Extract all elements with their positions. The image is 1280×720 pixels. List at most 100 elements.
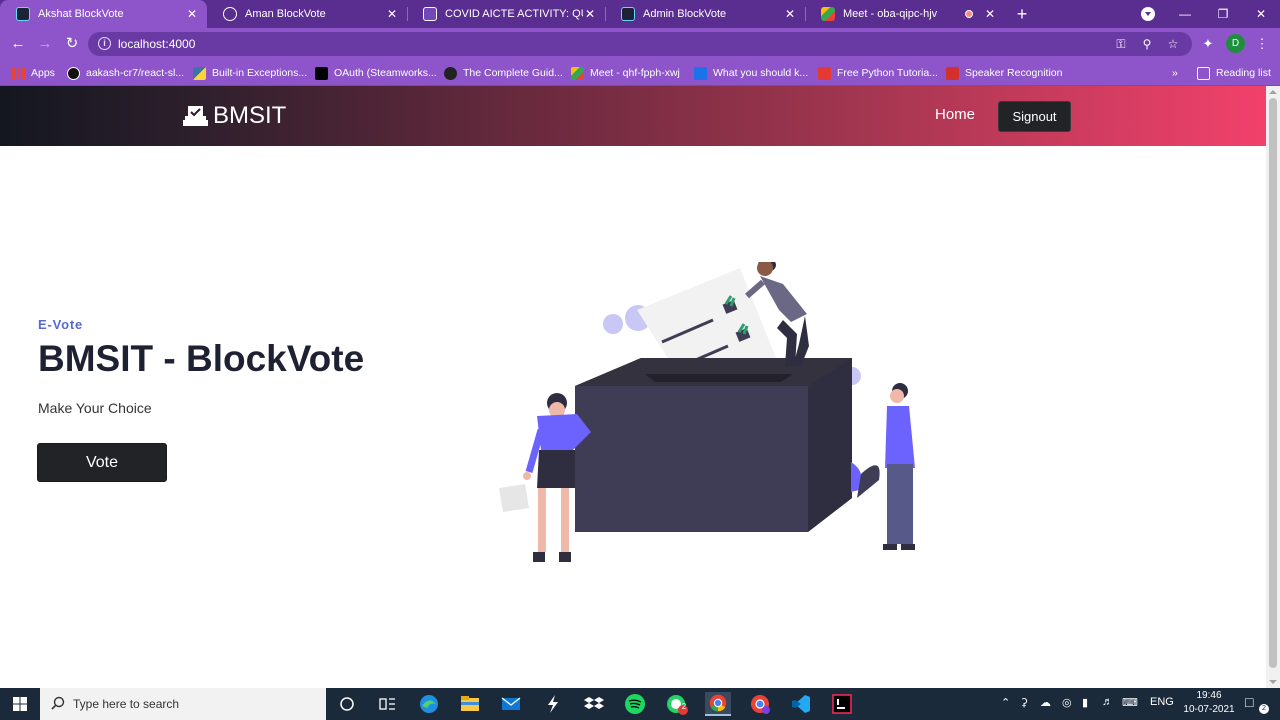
signout-button[interactable]: Signout [998,101,1071,132]
react-icon [621,7,635,21]
dropbox-icon[interactable] [581,692,607,716]
bookmark-meet[interactable]: Meet - qhf-fpph-xwj [571,64,680,82]
minimize-icon[interactable]: — [1166,0,1204,28]
reading-list-icon [1197,66,1210,80]
windows-start-icon[interactable] [0,688,40,720]
site-navbar: BMSIT Home Signout [0,86,1266,146]
intellij-icon[interactable] [829,692,855,716]
battery-icon[interactable]: ▮ [1082,696,1088,712]
scroll-up-icon[interactable] [1269,90,1277,94]
taskbar-search[interactable]: Type here to search [40,688,326,720]
bookmark-what-you-should-know[interactable]: What you should k... [694,64,808,82]
decor-circle [603,314,623,334]
lightning-app-icon[interactable] [540,692,566,716]
edge-icon[interactable] [416,692,442,716]
nav-home-link[interactable]: Home [935,106,975,123]
apps-grid-icon [12,66,25,80]
bookmark-label: Built-in Exceptions... [212,67,308,79]
clock-date: 10-07-2021 [1183,704,1235,715]
network-icon[interactable]: ⚳ [1020,696,1028,712]
key-icon[interactable]: ⚿ [1112,35,1130,53]
python-icon [193,66,206,80]
tab-label: Admin BlockVote [643,8,727,20]
tray-chevron-icon[interactable]: ⌃ [1001,696,1010,712]
scroll-thumb[interactable] [1269,98,1277,668]
bookmark-apps[interactable]: Apps [12,64,55,82]
menu-icon[interactable]: ⋮ [1252,34,1272,54]
mail-icon[interactable] [498,692,524,716]
new-tab-button[interactable]: + [1012,3,1032,25]
keyboard-icon[interactable]: ⌨ [1122,696,1138,712]
meet-icon [821,7,835,21]
reading-list[interactable]: Reading list [1197,64,1271,82]
language-indicator[interactable]: ENG [1150,696,1174,712]
bookmark-steamworks[interactable]: OAuth (Steamworks... [315,64,437,82]
reload-icon[interactable]: ↻ [62,34,82,54]
close-icon[interactable]: ✕ [983,7,997,21]
brand-name: BMSIT [213,102,287,129]
onedrive-icon[interactable]: ☁ [1040,696,1051,712]
steam-icon [315,66,328,80]
tab-label: Akshat BlockVote [38,8,124,20]
vote-button[interactable]: Vote [37,443,167,482]
chrome-icon[interactable] [705,692,731,716]
close-window-icon[interactable]: ✕ [1242,0,1280,28]
kaggle-icon [946,66,959,80]
restore-icon[interactable]: ❐ [1204,0,1242,28]
tab-aman-blockvote[interactable]: Aman BlockVote ✕ [207,0,407,28]
bookmarks-overflow[interactable]: » [1172,64,1178,82]
reading-list-label: Reading list [1216,67,1271,79]
volume-icon[interactable]: ♬ [1102,696,1113,712]
microphone-icon[interactable]: ◎ [1062,696,1072,712]
bookmark-python-exceptions[interactable]: Built-in Exceptions... [193,64,307,82]
url-text[interactable]: localhost:4000 [118,37,195,51]
close-icon[interactable]: ✕ [385,7,399,21]
tab-label: Meet - oba-qipc-hjv [843,8,938,20]
tab-admin-blockvote[interactable]: Admin BlockVote ✕ [605,0,805,28]
chrome-profile-icon[interactable] [747,692,773,716]
close-icon[interactable]: ✕ [583,7,597,21]
hero-subtitle: Make Your Choice [38,400,152,416]
bookmark-python-tutorial[interactable]: Free Python Tutoria... [818,64,938,82]
person-man [883,383,915,550]
tab-akshat-blockvote[interactable]: Akshat BlockVote ✕ [0,0,207,28]
clock-time: 19:46 [1196,690,1222,701]
profile-avatar[interactable]: D [1226,34,1245,53]
info-icon[interactable]: i [98,37,111,50]
cortana-icon[interactable] [334,692,360,716]
bookmark-label: Free Python Tutoria... [837,67,938,79]
windows-taskbar: Type here to search 2 ⌃ ⚳ ☁ ◎ ▮ ♬ ⌨ ENG … [0,688,1280,720]
plant-leaf [857,465,880,498]
extensions-icon[interactable]: ✦ [1198,34,1218,54]
voting-illustration [499,262,915,562]
task-view-icon[interactable] [374,692,400,716]
scroll-down-icon[interactable] [1269,680,1277,684]
bookmark-speaker-recognition[interactable]: Speaker Recognition [946,64,1062,82]
forward-icon[interactable]: → [35,34,55,54]
vscode-icon[interactable] [788,692,814,716]
close-icon[interactable]: ✕ [185,7,199,21]
zoom-icon[interactable]: ⚲ [1138,35,1156,53]
address-bar[interactable]: i localhost:4000 ⚿ ⚲ ☆ [88,32,1192,56]
clock[interactable]: 19:46 10-07-2021 [1177,689,1241,717]
bookmark-label: What you should k... [713,67,809,79]
file-explorer-icon[interactable] [457,692,483,716]
notification-icon[interactable]: □ [1245,694,1253,710]
back-icon[interactable]: ← [8,34,28,54]
tab-meet[interactable]: Meet - oba-qipc-hjv ✕ [805,0,1005,28]
bookmarks-bar: Apps aakash-cr7/react-sl... Built-in Exc… [0,60,1280,86]
bookmark-label: aakash-cr7/react-sl... [86,67,185,79]
recording-icon [965,10,973,18]
tab-search-icon[interactable] [1141,7,1155,21]
tab-strip: Akshat BlockVote ✕ Aman BlockVote ✕ COVI… [0,0,1280,28]
spotify-icon[interactable] [622,692,648,716]
tab-covid-quiz[interactable]: COVID AICTE ACTIVITY: QUIZ-6 ✕ [407,0,605,28]
react-icon [16,7,30,21]
tab-label: Aman BlockVote [245,8,326,20]
bookmark-github[interactable]: aakash-cr7/react-sl... [67,64,184,82]
star-icon[interactable]: ☆ [1164,35,1182,53]
page-scrollbar[interactable] [1266,86,1280,688]
close-icon[interactable]: ✕ [783,7,797,21]
bookmark-complete-guide[interactable]: The Complete Guid... [444,64,563,82]
site-brand[interactable]: BMSIT [183,102,286,130]
